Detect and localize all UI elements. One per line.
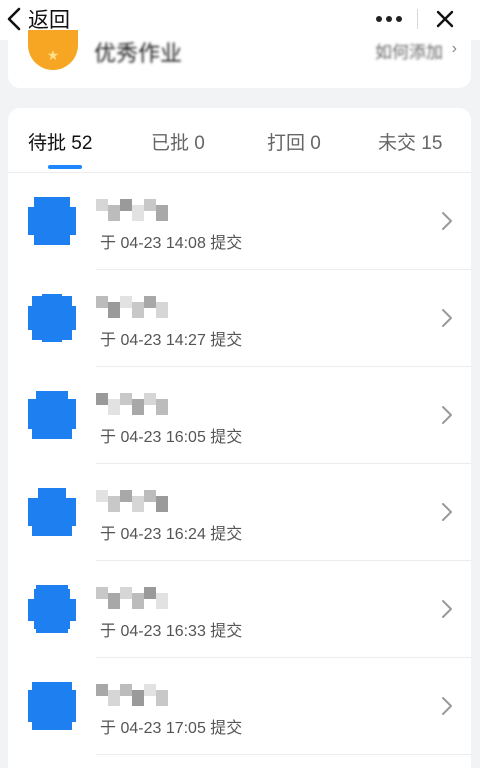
active-tab-indicator xyxy=(48,165,82,169)
medal-icon: ★ xyxy=(28,30,78,70)
chevron-right-icon xyxy=(442,212,452,230)
avatar xyxy=(28,585,76,633)
more-button[interactable] xyxy=(362,2,417,36)
submission-time: 于 04-23 16:05 提交 xyxy=(100,429,243,446)
excellent-homework-card[interactable]: ★ 优秀作业 如何添加 › xyxy=(8,30,471,88)
submission-time: 于 04-23 14:27 提交 xyxy=(100,332,243,349)
more-dots-icon xyxy=(376,16,403,22)
student-name-mosaic xyxy=(96,490,168,512)
chevron-right-icon xyxy=(442,697,452,715)
chevron-right-icon xyxy=(442,309,452,327)
student-name-mosaic xyxy=(96,684,168,706)
student-name-mosaic xyxy=(96,587,168,609)
avatar xyxy=(28,391,76,439)
tab-not-submitted[interactable]: 未交 15 xyxy=(378,128,442,155)
close-icon xyxy=(436,10,453,28)
submission-row[interactable]: 于 04-23 16:33 提交 xyxy=(8,561,471,658)
mini-program-capsule xyxy=(362,2,472,36)
submission-row[interactable]: 于 04-23 14:08 提交 xyxy=(8,173,471,270)
tab-pending[interactable]: 待批 52 xyxy=(28,128,92,155)
chevron-left-icon xyxy=(7,7,21,31)
chevron-right-icon xyxy=(442,503,452,521)
chevron-right-icon xyxy=(442,406,452,424)
student-name-mosaic xyxy=(96,296,168,318)
submission-row[interactable]: 于 04-23 16:24 提交 xyxy=(8,464,471,561)
submission-list-card: 待批 52 已批 0 打回 0 未交 15 于 04-23 14:08 提交于 … xyxy=(8,108,471,768)
tab-returned[interactable]: 打回 0 xyxy=(267,128,321,155)
status-tabs: 待批 52 已批 0 打回 0 未交 15 xyxy=(8,108,471,172)
avatar xyxy=(28,294,76,342)
submission-row[interactable]: 于 04-23 16:05 提交 xyxy=(8,367,471,464)
submission-time: 于 04-23 16:24 提交 xyxy=(100,526,243,543)
submission-row[interactable]: 于 04-23 14:27 提交 xyxy=(8,270,471,367)
row-divider xyxy=(96,754,471,755)
submission-time: 于 04-23 16:33 提交 xyxy=(100,623,243,640)
chevron-right-icon: › xyxy=(451,40,457,57)
avatar xyxy=(28,488,76,536)
avatar xyxy=(28,197,76,245)
tab-graded[interactable]: 已批 0 xyxy=(151,128,205,155)
chevron-right-icon xyxy=(442,600,452,618)
avatar xyxy=(28,682,76,730)
student-name-mosaic xyxy=(96,199,168,221)
submission-time: 于 04-23 17:05 提交 xyxy=(100,720,243,737)
close-button[interactable] xyxy=(418,2,473,36)
how-to-add-link[interactable]: 如何添加 xyxy=(375,38,443,63)
student-name-mosaic xyxy=(96,393,168,415)
submission-time: 于 04-23 14:08 提交 xyxy=(100,235,243,252)
excellent-homework-title: 优秀作业 xyxy=(94,41,183,66)
submission-row[interactable]: 于 04-23 17:05 提交 xyxy=(8,658,471,755)
